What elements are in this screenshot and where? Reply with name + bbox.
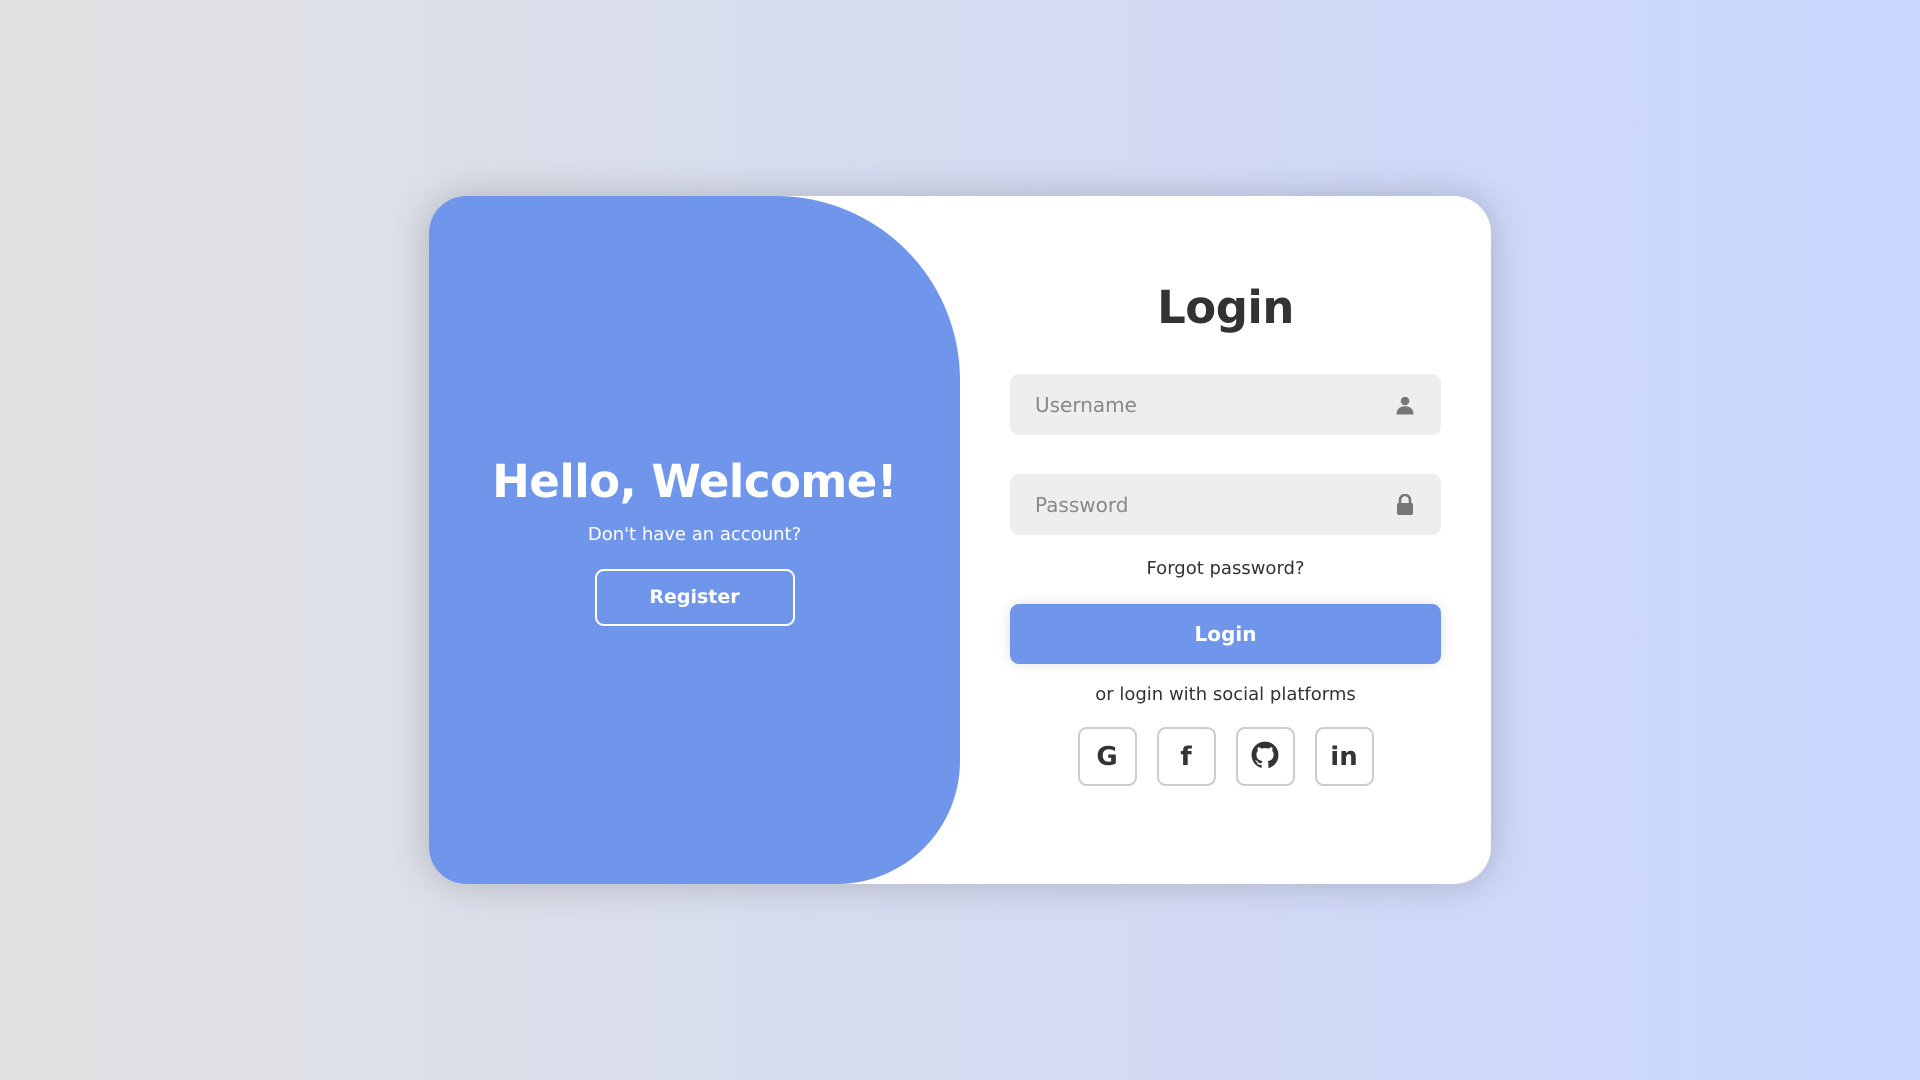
password-input[interactable]: [1010, 474, 1441, 535]
login-button[interactable]: Login: [1010, 604, 1441, 664]
username-input[interactable]: [1010, 374, 1441, 435]
social-icons: G f in: [1010, 727, 1441, 786]
welcome-subtitle: Don't have an account?: [587, 523, 802, 545]
welcome-title: Hello, Welcome!: [492, 454, 897, 508]
linkedin-login-button[interactable]: in: [1314, 727, 1374, 786]
username-field-box: [1010, 374, 1441, 435]
facebook-icon: f: [1180, 741, 1192, 772]
forgot-password-link[interactable]: Forgot password?: [1010, 558, 1441, 579]
google-login-button[interactable]: G: [1077, 727, 1137, 786]
login-form: Login Forgot password? Login or login wi…: [1010, 196, 1441, 884]
social-login-text: or login with social platforms: [1095, 684, 1356, 705]
welcome-panel: Hello, Welcome! Don't have an account? R…: [429, 196, 960, 884]
lock-icon: [1394, 494, 1416, 516]
password-field-box: [1010, 474, 1441, 535]
user-icon: [1394, 394, 1416, 416]
github-login-button[interactable]: [1235, 727, 1295, 786]
facebook-login-button[interactable]: f: [1156, 727, 1216, 786]
login-card: Hello, Welcome! Don't have an account? R…: [429, 196, 1491, 884]
register-button[interactable]: Register: [594, 568, 795, 626]
linkedin-icon: in: [1330, 741, 1358, 772]
github-icon: [1251, 741, 1279, 773]
login-title: Login: [1157, 281, 1294, 334]
google-icon: G: [1096, 741, 1118, 772]
